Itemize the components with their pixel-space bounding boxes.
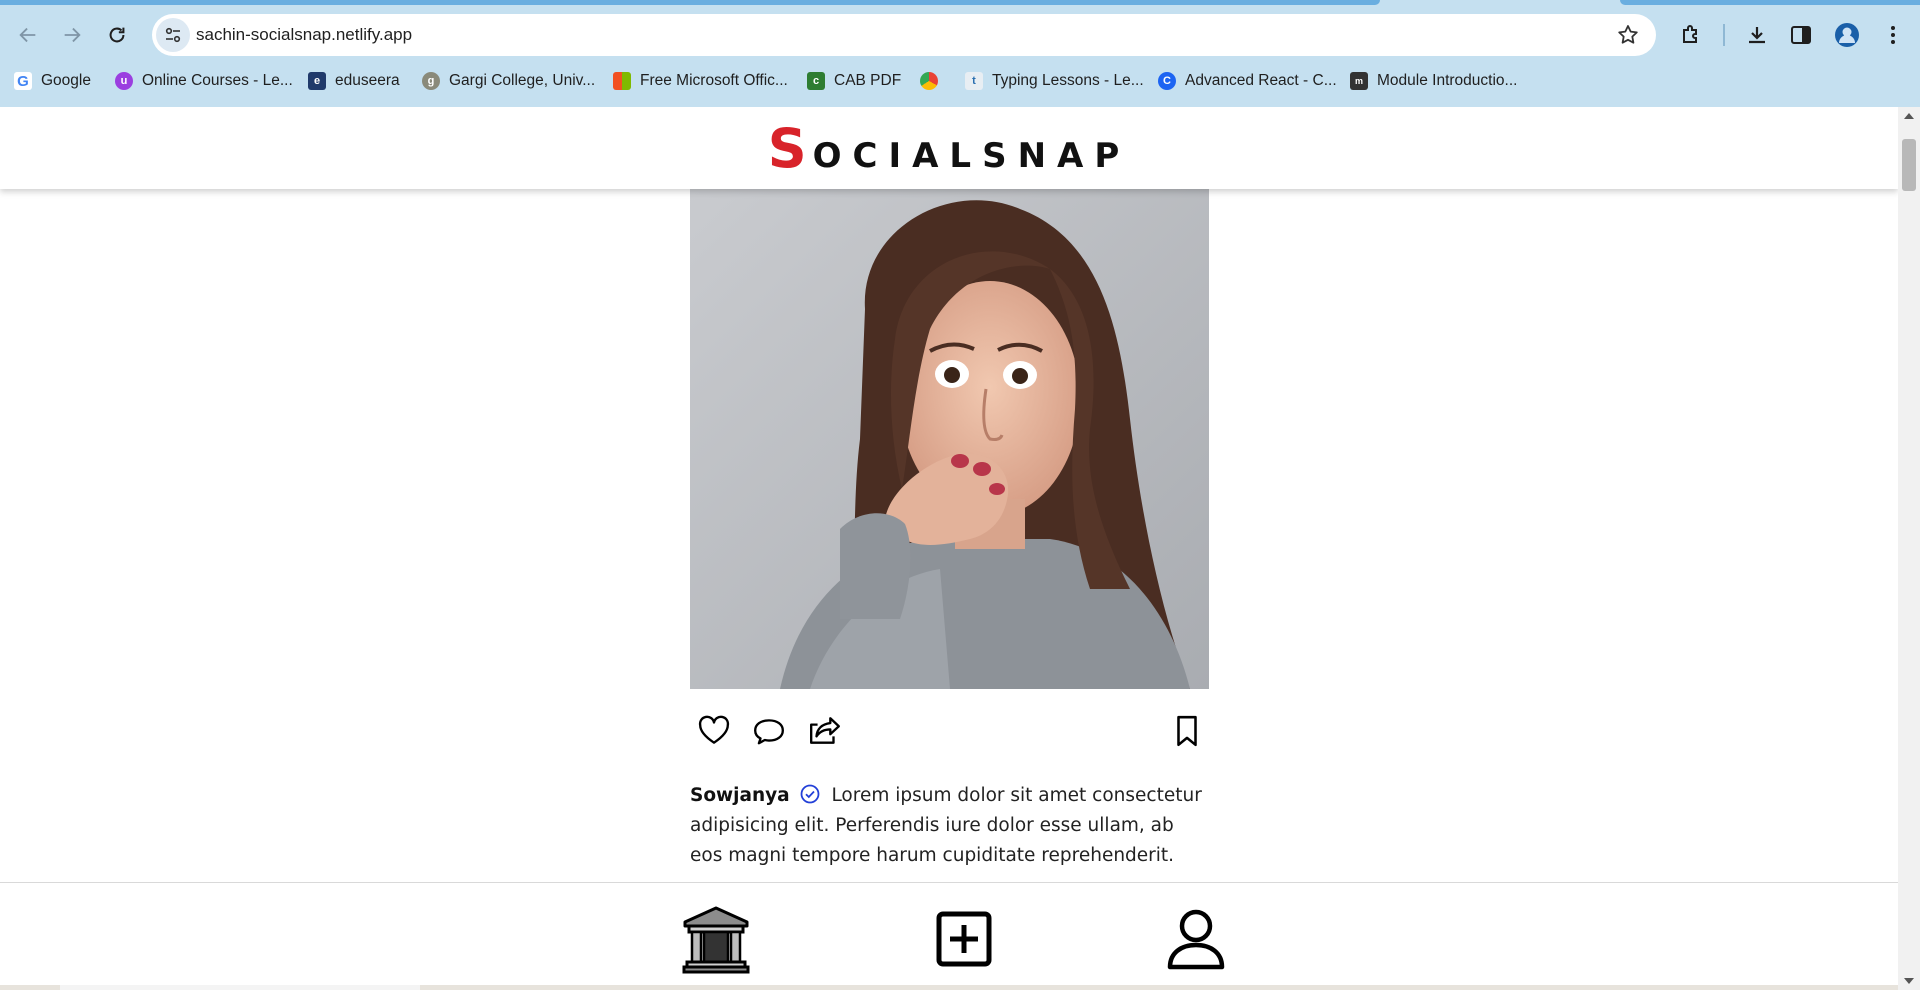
site-info-icon[interactable] (156, 18, 190, 52)
bookmark-icon (1177, 715, 1197, 747)
bookmark-gargi-college[interactable]: g Gargi College, Univ... (422, 66, 595, 96)
bookmark-label: Google (41, 72, 91, 89)
forward-button[interactable] (52, 12, 92, 58)
bookmarks-bar: G Google u Online Courses - Le... e edus… (0, 66, 1920, 96)
logo-text: OCIALSNAP (812, 135, 1131, 176)
post-caption: Sowjanya Lorem ipsum dolor sit amet cons… (690, 781, 1209, 871)
post-image[interactable] (690, 189, 1209, 689)
address-bar[interactable]: sachin-socialsnap.netlify.app (152, 14, 1656, 56)
tab-strip-accent (1620, 0, 1920, 5)
advanced-react-icon: C (1158, 72, 1176, 90)
nav-home[interactable] (680, 903, 752, 975)
save-button[interactable] (1167, 711, 1207, 751)
url-text[interactable]: sachin-socialsnap.netlify.app (196, 14, 412, 56)
bookmark-online-courses[interactable]: u Online Courses - Le... (115, 66, 293, 96)
post-username[interactable]: Sowjanya (690, 785, 790, 806)
arrow-right-icon (64, 27, 81, 43)
bookmark-microsoft[interactable]: Free Microsoft Offic... (613, 66, 788, 96)
app-header: S OCIALSNAP (0, 107, 1898, 189)
active-tab-accent (0, 0, 1380, 5)
add-post-icon (936, 911, 992, 967)
bookmark-module[interactable]: m Module Introductio... (1350, 66, 1517, 96)
bookmark-label: Module Introductio... (1377, 72, 1518, 89)
like-button[interactable] (694, 711, 734, 751)
horizontal-scroll-thumb[interactable] (60, 985, 420, 990)
scroll-up-icon[interactable] (1904, 113, 1914, 119)
bookmark-cab-pdf[interactable]: c CAB PDF (807, 66, 901, 96)
logo-initial: S (767, 116, 813, 180)
bookmark-label: CAB PDF (834, 72, 902, 89)
bookmark-label: eduseera (335, 72, 400, 89)
reload-icon (109, 27, 125, 43)
bookmark-label: Advanced React - C... (1185, 72, 1337, 89)
bookmark-advanced-react[interactable]: C Advanced React - C... (1158, 66, 1337, 96)
bookmark-label: Gargi College, Univ... (449, 72, 596, 89)
microsoft-icon (613, 72, 631, 90)
profile-icon (1167, 909, 1225, 970)
post-photo (690, 189, 1209, 689)
browser-chrome: sachin-socialsnap.netlify.app G Google u… (0, 0, 1920, 107)
comment-icon (754, 719, 784, 745)
share-icon (810, 717, 840, 744)
chrome-icon (920, 72, 938, 90)
cab-pdf-icon: c (807, 72, 825, 90)
post-actions (690, 711, 1209, 751)
download-icon[interactable] (1743, 21, 1771, 49)
bookmark-label: Online Courses - Le... (142, 72, 293, 89)
heart-icon (698, 715, 730, 744)
online-courses-icon: u (115, 72, 133, 90)
scroll-down-icon[interactable] (1904, 978, 1914, 984)
bookmark-label: Typing Lessons - Le... (992, 72, 1144, 89)
comment-button[interactable] (749, 711, 789, 751)
google-icon: G (14, 72, 32, 90)
bookmark-google[interactable]: G Google (14, 66, 91, 96)
eduseera-icon: e (308, 72, 326, 90)
star-icon[interactable] (1616, 23, 1640, 47)
reload-button[interactable] (97, 12, 137, 58)
module-icon: m (1350, 72, 1368, 90)
page-viewport: S OCIALSNAP Sowjanya Lorem ipsum dolor s… (0, 107, 1920, 990)
share-button[interactable] (805, 711, 845, 751)
nav-add-post[interactable] (928, 903, 1000, 975)
back-button[interactable] (8, 12, 48, 58)
scroll-thumb[interactable] (1902, 139, 1916, 191)
home-icon (682, 906, 750, 974)
verified-icon (800, 784, 819, 804)
bottom-nav (0, 882, 1898, 990)
bookmark-chrome[interactable] (920, 66, 947, 96)
bookmark-typing-lessons[interactable]: t Typing Lessons - Le... (965, 66, 1144, 96)
gargi-college-icon: g (422, 72, 440, 90)
vertical-scrollbar[interactable] (1898, 107, 1920, 990)
app-logo[interactable]: S OCIALSNAP (768, 117, 1131, 180)
toolbar-separator (1723, 24, 1725, 46)
bookmark-label: Free Microsoft Offic... (640, 72, 788, 89)
side-panel-icon[interactable] (1787, 21, 1815, 49)
menu-kebab-icon[interactable] (1879, 21, 1907, 49)
profile-avatar-icon[interactable] (1833, 21, 1861, 49)
nav-profile[interactable] (1160, 903, 1232, 975)
arrow-left-icon (19, 27, 36, 43)
browser-toolbar: sachin-socialsnap.netlify.app (0, 12, 1920, 58)
typing-lessons-icon: t (965, 72, 983, 90)
horizontal-scrollbar[interactable] (0, 985, 1898, 990)
extensions-icon[interactable] (1677, 21, 1705, 49)
bookmark-eduseera[interactable]: e eduseera (308, 66, 400, 96)
